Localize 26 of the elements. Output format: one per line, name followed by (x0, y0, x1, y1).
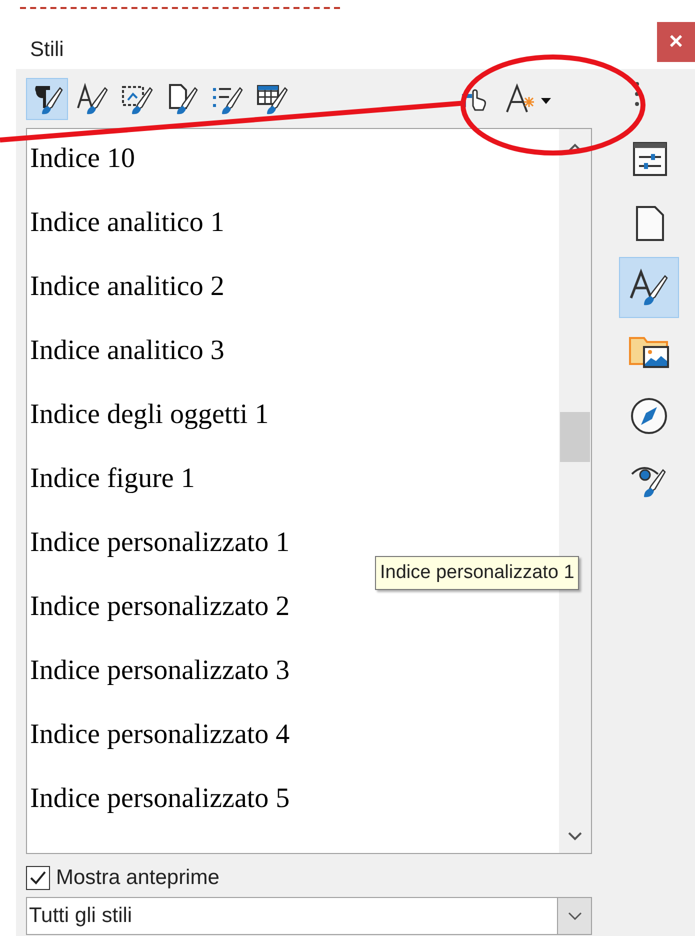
style-list-item[interactable]: Indice personalizzato 5 (27, 767, 290, 831)
style-list-item[interactable]: Indice analitico 3 (27, 319, 224, 383)
style-list-item[interactable]: Indice figure 1 (27, 447, 195, 511)
style-list-item[interactable]: Indice 10 (27, 129, 135, 191)
character-brush-icon (75, 82, 109, 116)
tooltip: Indice personalizzato 1 (375, 556, 580, 590)
panel-title: Stili (30, 37, 64, 63)
font-effects-icon[interactable] (504, 82, 552, 116)
scrollbar-thumb[interactable] (560, 412, 590, 462)
filter-dropdown[interactable]: Tutti gli stili (26, 897, 592, 935)
preview-checkbox[interactable]: Mostra anteprime (26, 865, 602, 891)
style-list-item[interactable]: Indice analitico 1 (27, 191, 224, 255)
more-options-icon[interactable] (634, 81, 640, 107)
style-list-item[interactable]: Indice analitico 2 (27, 255, 224, 319)
style-list-item[interactable]: Indice degli oggetti 1 (27, 383, 269, 447)
style-list-item[interactable]: Indice personalizzato 1 (27, 511, 290, 575)
close-button[interactable]: × (657, 22, 695, 62)
scrollbar[interactable] (559, 129, 591, 853)
style-category-button[interactable] (26, 78, 68, 120)
style-list-item[interactable]: Indice personalizzato 3 (27, 639, 290, 703)
style-list-item[interactable]: Indice personalizzato 4 (27, 703, 290, 767)
scroll-down-icon[interactable] (568, 831, 582, 841)
style-list-item[interactable]: Indice personalizzato 2 (27, 575, 290, 639)
sidebar-tab[interactable] (618, 257, 678, 318)
chevron-down-icon (568, 912, 582, 920)
checkmark-icon (29, 870, 47, 886)
